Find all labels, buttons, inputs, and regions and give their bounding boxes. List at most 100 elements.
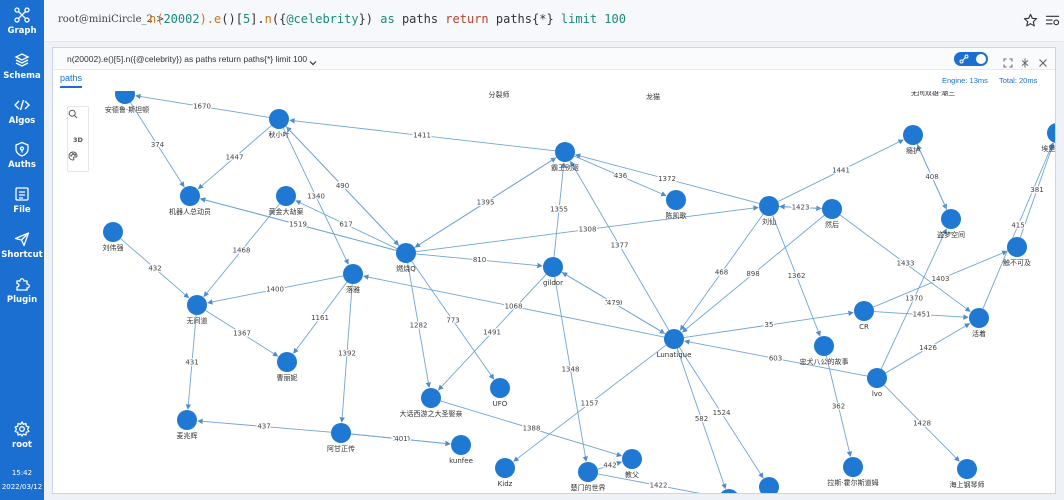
graph-node[interactable]: 楚门的世界 — [571, 462, 606, 492]
layout-toggle[interactable] — [954, 52, 988, 66]
clock-time: 15:42 — [11, 469, 33, 477]
graph-canvas[interactable]: 374 1447 1340 1439 617 639 1382 810 432 1400 1468 1… — [53, 91, 1055, 493]
node-circle[interactable] — [719, 489, 739, 493]
node-circle[interactable] — [396, 243, 416, 263]
node-circle[interactable] — [843, 457, 863, 477]
node-circle[interactable] — [664, 329, 684, 349]
node-circle[interactable] — [1047, 123, 1055, 143]
graph-node[interactable]: 麦兆辉 — [177, 410, 198, 440]
node-circle[interactable] — [451, 435, 471, 455]
node-circle[interactable] — [578, 462, 598, 482]
node-circle[interactable] — [957, 459, 977, 479]
collapse-icon[interactable] — [1020, 53, 1030, 72]
graph-node[interactable]: 大话西游之大圣娶亲 — [400, 388, 463, 418]
graph-node[interactable]: 海上钢琴师 — [950, 459, 985, 489]
node-circle[interactable] — [814, 336, 834, 356]
node-circle[interactable] — [666, 190, 686, 210]
sidebar-item-shortcut[interactable]: Shortcut — [0, 231, 44, 260]
search-icon[interactable] — [68, 109, 88, 129]
graph-node[interactable]: 拉斯·霍尔斯道姆 — [827, 457, 879, 487]
graph-node[interactable]: lvo — [867, 368, 887, 398]
sidebar-item-file[interactable]: File — [0, 186, 44, 215]
expand-icon[interactable] — [1003, 53, 1013, 72]
node-circle[interactable] — [177, 410, 197, 430]
node-circle[interactable] — [941, 209, 961, 229]
node-circle[interactable] — [331, 423, 351, 443]
graph-node[interactable]: 刘仙 — [759, 196, 779, 226]
sidebar-item-plugin[interactable]: Plugin — [0, 276, 44, 305]
chevron-down-icon[interactable] — [308, 53, 318, 72]
sidebar-user[interactable]: root — [0, 421, 44, 450]
edge-label: 1395 — [477, 199, 495, 207]
star-icon[interactable] — [1023, 13, 1038, 32]
node-label: 麦兆辉 — [177, 431, 198, 440]
close-icon[interactable] — [1038, 53, 1048, 72]
node-label: 燃烧Q — [396, 264, 416, 273]
edge-label: 898 — [746, 270, 759, 278]
graph-node[interactable] — [759, 477, 779, 493]
graph-node[interactable]: 霸王别姬 — [551, 142, 579, 172]
node-circle[interactable] — [115, 91, 135, 104]
node-circle[interactable] — [421, 388, 441, 408]
node-circle[interactable] — [969, 308, 989, 328]
node-circle[interactable] — [343, 264, 363, 284]
graph-node[interactable]: CR — [854, 301, 874, 331]
node-circle[interactable] — [103, 222, 123, 242]
sidebar-item-graph[interactable]: Graph — [0, 7, 44, 36]
node-circle[interactable] — [276, 186, 296, 206]
sidebar: Graph Schema Algos Auths File Shortcut P… — [0, 0, 44, 500]
palette-icon[interactable] — [68, 151, 88, 171]
node-circle[interactable] — [759, 196, 779, 216]
query-token: paths — [394, 12, 446, 26]
graph-node[interactable]: gildor — [543, 257, 563, 287]
graph-node[interactable]: 陈凯歌 — [666, 190, 687, 220]
graph-node[interactable]: 活着 — [969, 308, 989, 338]
graph-node[interactable]: 埃里克· — [1041, 123, 1055, 153]
graph-node[interactable]: 刘伟强 — [103, 222, 124, 252]
graph-node[interactable]: Lunatique — [657, 329, 692, 359]
graph-node[interactable]: UFO — [490, 378, 510, 408]
node-circle[interactable] — [269, 109, 289, 129]
graph-node[interactable]: 机器人总动员 — [169, 186, 211, 216]
graph-node[interactable] — [719, 489, 739, 493]
node-circle[interactable] — [180, 186, 200, 206]
node-circle[interactable] — [903, 125, 923, 145]
graph-node[interactable]: 安德鲁·斯坦顿 — [105, 91, 149, 114]
graph-node[interactable]: 无间道 — [187, 295, 208, 325]
graph-node[interactable]: 燃烧Q — [396, 243, 416, 273]
sidebar-item-schema[interactable]: Schema — [0, 52, 44, 81]
node-circle[interactable] — [854, 301, 874, 321]
graph-node[interactable]: Kidz — [495, 458, 515, 488]
node-circle[interactable] — [543, 257, 563, 277]
node-circle[interactable] — [759, 477, 779, 493]
graph-node[interactable]: 秋小叶 — [269, 109, 290, 139]
query-input[interactable]: n(20002).e()[5].n({@celebrity}) as paths… — [149, 12, 626, 26]
graph-node[interactable]: 忠犬八公的故事 — [800, 336, 849, 366]
tab-paths[interactable]: paths — [60, 73, 83, 88]
node-label: 无间双雄·潮三 — [911, 91, 955, 97]
graph-node[interactable]: 教父 — [622, 449, 642, 479]
node-circle[interactable] — [490, 378, 510, 398]
edge-label: 415 — [1011, 222, 1024, 230]
node-circle[interactable] — [495, 458, 515, 478]
list-menu-icon[interactable] — [1045, 13, 1060, 32]
node-circle[interactable] — [555, 142, 575, 162]
node-circle[interactable] — [187, 295, 207, 315]
node-circle[interactable] — [867, 368, 887, 388]
3d-mode-button[interactable]: 3D — [68, 130, 88, 150]
sidebar-item-auths[interactable]: Auths — [0, 141, 44, 170]
graph-node[interactable]: 盗梦空间 — [937, 209, 965, 239]
node-circle[interactable] — [822, 199, 842, 219]
node-circle[interactable] — [1007, 237, 1027, 257]
graph-node[interactable]: 曹丽妮 — [277, 352, 298, 382]
node-circle[interactable] — [622, 449, 642, 469]
graph-node[interactable]: 阿甘正传 — [327, 423, 355, 453]
graph-node[interactable]: kunfee — [449, 435, 473, 465]
sidebar-item-algos[interactable]: Algos — [0, 97, 44, 126]
graph-node[interactable]: 然后 — [822, 199, 842, 229]
gear-icon — [14, 421, 30, 437]
graph-node[interactable]: 落雅 — [343, 264, 363, 294]
graph-svg[interactable]: 374144713401439 6176391382810432140014681… — [53, 91, 1055, 493]
node-circle[interactable] — [277, 352, 297, 372]
graph-node[interactable]: 黄金大劫案 — [269, 186, 304, 216]
